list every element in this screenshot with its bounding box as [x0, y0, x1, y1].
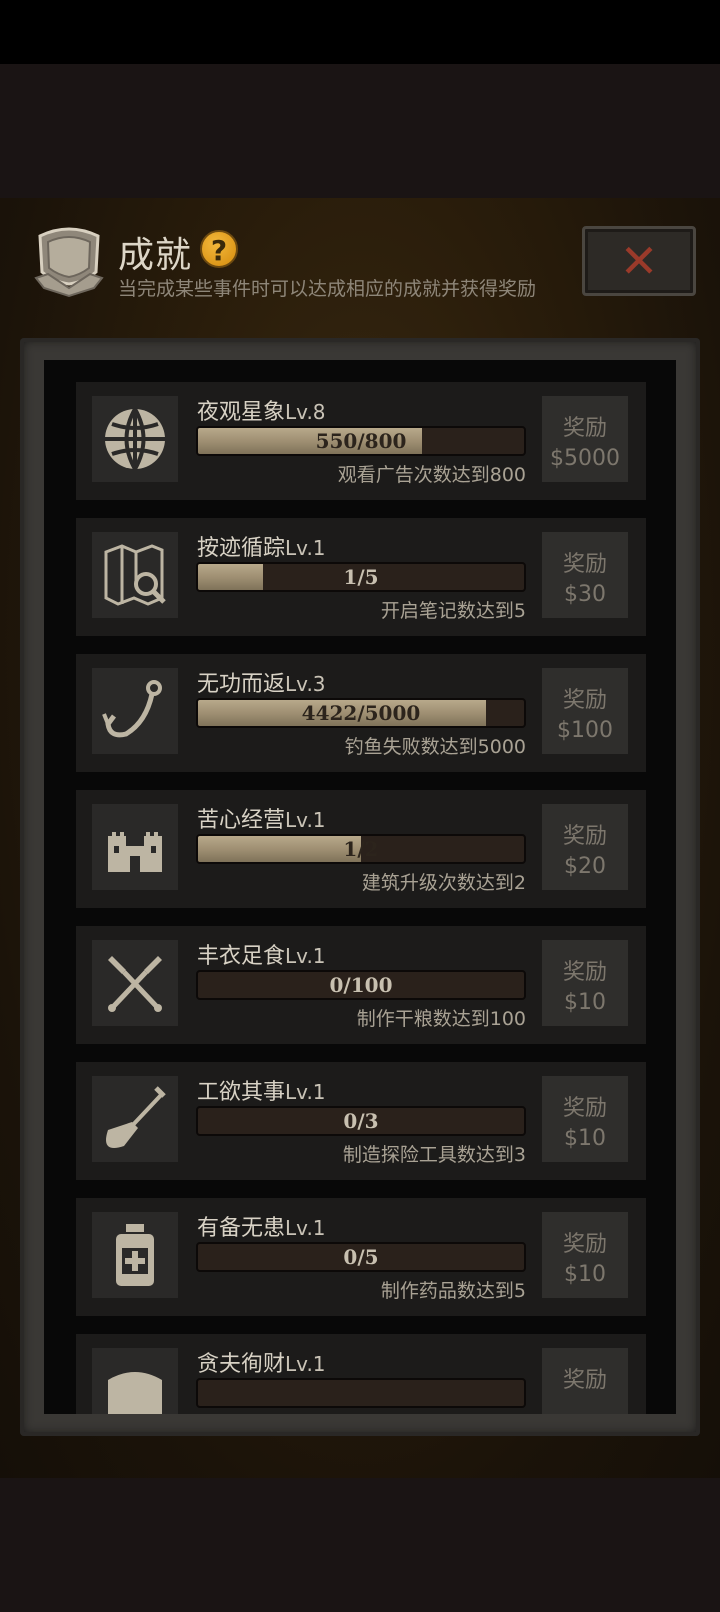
achievement-desc: 制造探险工具数达到3 — [342, 1144, 526, 1166]
reward-button[interactable]: 奖励 $10 — [542, 1076, 628, 1162]
achievement-name: 有备无患Lv.1 — [197, 1216, 326, 1241]
progress-text: 0/5 — [343, 1245, 379, 1269]
achievement-card: 苦心经营Lv.1 1/2 建筑升级次数达到2 奖励 $20 — [76, 790, 646, 908]
globe-icon — [105, 408, 165, 470]
progress-bar — [196, 1378, 526, 1408]
progress-bar: 4422/5000 — [196, 698, 526, 728]
progress-bar: 1/2 — [196, 834, 526, 864]
reward-button[interactable]: 奖励 $100 — [542, 668, 628, 754]
achievement-list[interactable]: 夜观星象Lv.8 550/800 观看广告次数达到800 奖励 $5000 按迹… — [44, 360, 676, 1414]
backdrop-top — [0, 64, 720, 198]
progress-bar: 0/3 — [196, 1106, 526, 1136]
achievement-card: 无功而返Lv.3 4422/5000 钓鱼失败数达到5000 奖励 $100 — [76, 654, 646, 772]
achievement-card: 贪夫徇财Lv.1 奖励 — [76, 1334, 646, 1414]
reward-button[interactable]: 奖励 $10 — [542, 940, 628, 1026]
map-search-icon — [104, 544, 166, 606]
reward-button[interactable]: 奖励 $10 — [542, 1212, 628, 1298]
achievement-desc: 钓鱼失败数达到5000 — [344, 736, 526, 758]
progress-text: 4422/5000 — [301, 701, 421, 725]
progress-bar: 1/5 — [196, 562, 526, 592]
progress-text: 550/800 — [315, 429, 407, 453]
achievement-name: 丰衣足食Lv.1 — [197, 944, 326, 969]
achievement-card: 夜观星象Lv.8 550/800 观看广告次数达到800 奖励 $5000 — [76, 382, 646, 500]
achievement-desc: 开启笔记数达到5 — [380, 600, 526, 622]
fishhook-icon — [102, 680, 162, 738]
achievement-name: 苦心经营Lv.1 — [197, 808, 326, 833]
progress-text: 1/5 — [343, 565, 379, 589]
progress-text: 0/3 — [343, 1109, 379, 1133]
reward-button[interactable]: 奖励 $20 — [542, 804, 628, 890]
castle-icon — [108, 832, 162, 872]
shield-emblem-icon — [34, 227, 104, 298]
achievement-name: 贪夫徇财Lv.1 — [197, 1352, 326, 1377]
status-bar-area — [0, 0, 720, 64]
close-button[interactable]: ✕ — [582, 226, 696, 296]
achievement-desc: 建筑升级次数达到2 — [361, 872, 526, 894]
shovel-icon — [106, 1086, 166, 1148]
reward-button[interactable]: 奖励 — [542, 1348, 628, 1414]
achievement-desc: 制作干粮数达到100 — [356, 1008, 526, 1030]
achievement-panel: 成就 ? 当完成某些事件时可以达成相应的成就并获得奖励 ✕ 夜观星象Lv.8 5… — [0, 198, 720, 1478]
backdrop-bottom — [0, 1478, 720, 1612]
chest-icon — [108, 1372, 162, 1414]
help-icon[interactable]: ? — [200, 230, 238, 268]
achievement-desc: 制作药品数达到5 — [380, 1280, 526, 1302]
achievement-desc: 观看广告次数达到800 — [337, 464, 526, 486]
crossed-spatulas-icon — [108, 956, 162, 1012]
progress-bar: 550/800 — [196, 426, 526, 456]
page-title: 成就 — [118, 235, 193, 276]
achievement-card: 丰衣足食Lv.1 0/100 制作干粮数达到100 奖励 $10 — [76, 926, 646, 1044]
achievement-name: 无功而返Lv.3 — [197, 672, 326, 697]
page-subtitle: 当完成某些事件时可以达成相应的成就并获得奖励 — [118, 278, 537, 300]
achievement-name: 夜观星象Lv.8 — [197, 400, 326, 425]
close-icon: ✕ — [619, 234, 659, 288]
progress-bar: 0/100 — [196, 970, 526, 1000]
progress-bar: 0/5 — [196, 1242, 526, 1272]
reward-button[interactable]: 奖励 $5000 — [542, 396, 628, 482]
achievement-card: 有备无患Lv.1 0/5 制作药品数达到5 奖励 $10 — [76, 1198, 646, 1316]
medicine-bottle-icon — [116, 1224, 154, 1286]
progress-text: 1/2 — [343, 837, 379, 861]
reward-button[interactable]: 奖励 $30 — [542, 532, 628, 618]
achievement-card: 按迹循踪Lv.1 1/5 开启笔记数达到5 奖励 $30 — [76, 518, 646, 636]
achievement-card: 工欲其事Lv.1 0/3 制造探险工具数达到3 奖励 $10 — [76, 1062, 646, 1180]
achievement-name: 按迹循踪Lv.1 — [197, 536, 326, 561]
achievement-list-frame: 夜观星象Lv.8 550/800 观看广告次数达到800 奖励 $5000 按迹… — [20, 338, 700, 1436]
progress-text — [198, 1380, 524, 1406]
progress-text: 0/100 — [329, 973, 393, 997]
achievement-name: 工欲其事Lv.1 — [197, 1080, 326, 1105]
